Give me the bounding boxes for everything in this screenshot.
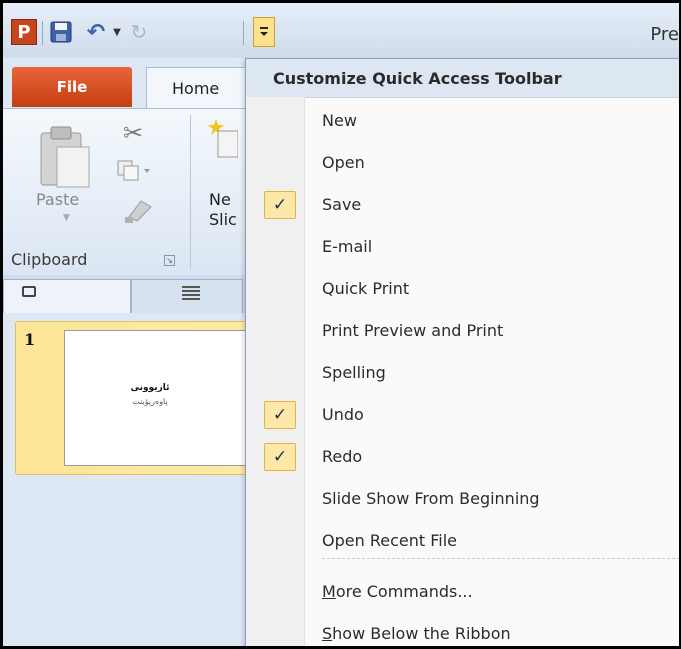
- menu-item-label: Open Recent File: [322, 531, 457, 550]
- new-slide-icon[interactable]: [208, 117, 239, 161]
- menu-item-slide-show[interactable]: Slide Show From Beginning: [246, 478, 679, 520]
- save-icon[interactable]: [49, 19, 73, 45]
- undo-icon[interactable]: ↶: [83, 19, 109, 45]
- toolbar-separator: [42, 21, 43, 45]
- checkmark-icon: ✓: [264, 401, 296, 429]
- menu-item-label: Print Preview and Print: [322, 321, 504, 340]
- new-slide-label-line2: Slic: [209, 210, 237, 229]
- clipboard-paste-icon[interactable]: [37, 123, 95, 191]
- menu-item-label: Redo: [322, 447, 363, 466]
- cut-scissors-icon[interactable]: ✂: [123, 119, 143, 147]
- customize-dropdown-icon[interactable]: [253, 17, 275, 47]
- checkmark-icon: ✓: [264, 443, 296, 471]
- dialog-launcher-icon[interactable]: ↘: [164, 255, 175, 266]
- paste-dropdown-icon[interactable]: ▼: [63, 213, 70, 223]
- menu-item-new[interactable]: New: [246, 100, 679, 142]
- clipboard-group-label: Clipboard: [11, 250, 88, 269]
- menu-item-spelling[interactable]: Spelling: [246, 352, 679, 394]
- new-slide-label-line1: Ne: [209, 190, 231, 209]
- toolbar-separator: [243, 21, 244, 45]
- slide-thumbnail-subtitle: پاوەرپۆينت: [132, 397, 168, 406]
- menu-item-quick-print[interactable]: Quick Print: [246, 268, 679, 310]
- outline-view-icon: [182, 286, 200, 300]
- menu-item-print-preview[interactable]: Print Preview and Print: [246, 310, 679, 352]
- powerpoint-window: P ↶ ▼ ↻ Pre File Home Paste ▼ ✂ Clipboar…: [3, 3, 679, 646]
- menu-item-label: Quick Print: [322, 279, 410, 298]
- accelerator-key: M: [322, 582, 336, 601]
- new-slide-label[interactable]: Ne Slic: [209, 190, 237, 230]
- menu-item-label: Spelling: [322, 363, 386, 382]
- slide-number: 1: [24, 330, 36, 349]
- customize-qat-menu: Customize Quick Access Toolbar New Open …: [245, 58, 679, 646]
- slides-view-icon: [22, 286, 36, 297]
- menu-item-label-rest: ore Commands...: [335, 582, 473, 601]
- quick-access-toolbar: P ↶ ▼ ↻ Pre: [3, 3, 679, 58]
- accelerator-key: S: [322, 624, 333, 643]
- undo-dropdown-icon[interactable]: ▼: [111, 19, 123, 45]
- copy-icon[interactable]: [116, 159, 152, 183]
- powerpoint-app-icon[interactable]: P: [11, 19, 37, 45]
- menu-item-email[interactable]: E-mail: [246, 226, 679, 268]
- tab-slides[interactable]: [3, 279, 131, 313]
- tab-file[interactable]: File: [12, 67, 132, 107]
- menu-item-label: More Commands...: [322, 582, 473, 601]
- slide-thumbnail-title: ئازيوونى: [130, 383, 170, 393]
- tab-outline[interactable]: [131, 279, 243, 313]
- tab-home[interactable]: Home: [146, 67, 256, 109]
- menu-item-label: Save: [322, 195, 362, 214]
- menu-header: Customize Quick Access Toolbar: [246, 59, 679, 98]
- menu-item-redo[interactable]: ✓ Redo: [246, 436, 679, 478]
- menu-item-show-below-ribbon[interactable]: Show Below the Ribbon: [246, 613, 679, 646]
- menu-item-open-recent[interactable]: Open Recent File: [246, 520, 679, 562]
- paste-button-label[interactable]: Paste: [36, 190, 79, 209]
- redo-icon: ↻: [130, 20, 148, 44]
- format-painter-icon[interactable]: [123, 199, 153, 225]
- ribbon-group-divider: [190, 115, 191, 269]
- menu-item-label: Undo: [322, 405, 364, 424]
- slide-thumbnail-item[interactable]: 1 ئازيوونى پاوەرپۆينت: [15, 321, 258, 475]
- menu-separator: [322, 558, 679, 559]
- menu-item-open[interactable]: Open: [246, 142, 679, 184]
- menu-item-label: Slide Show From Beginning: [322, 489, 540, 508]
- menu-item-undo[interactable]: ✓ Undo: [246, 394, 679, 436]
- menu-item-label: Open: [322, 153, 365, 172]
- menu-item-label: New: [322, 111, 357, 130]
- menu-item-label-rest: how Below the Ribbon: [332, 624, 511, 643]
- window-title: Pre: [650, 24, 679, 45]
- menu-item-label: Show Below the Ribbon: [322, 624, 511, 643]
- checkmark-icon: ✓: [264, 191, 296, 219]
- slide-thumbnail[interactable]: ئازيوونى پاوەرپۆينت: [64, 330, 258, 466]
- menu-item-more-commands[interactable]: More Commands...: [246, 571, 679, 613]
- menu-item-save[interactable]: ✓ Save: [246, 184, 679, 226]
- menu-title: Customize Quick Access Toolbar: [273, 69, 562, 88]
- menu-item-label: E-mail: [322, 237, 373, 256]
